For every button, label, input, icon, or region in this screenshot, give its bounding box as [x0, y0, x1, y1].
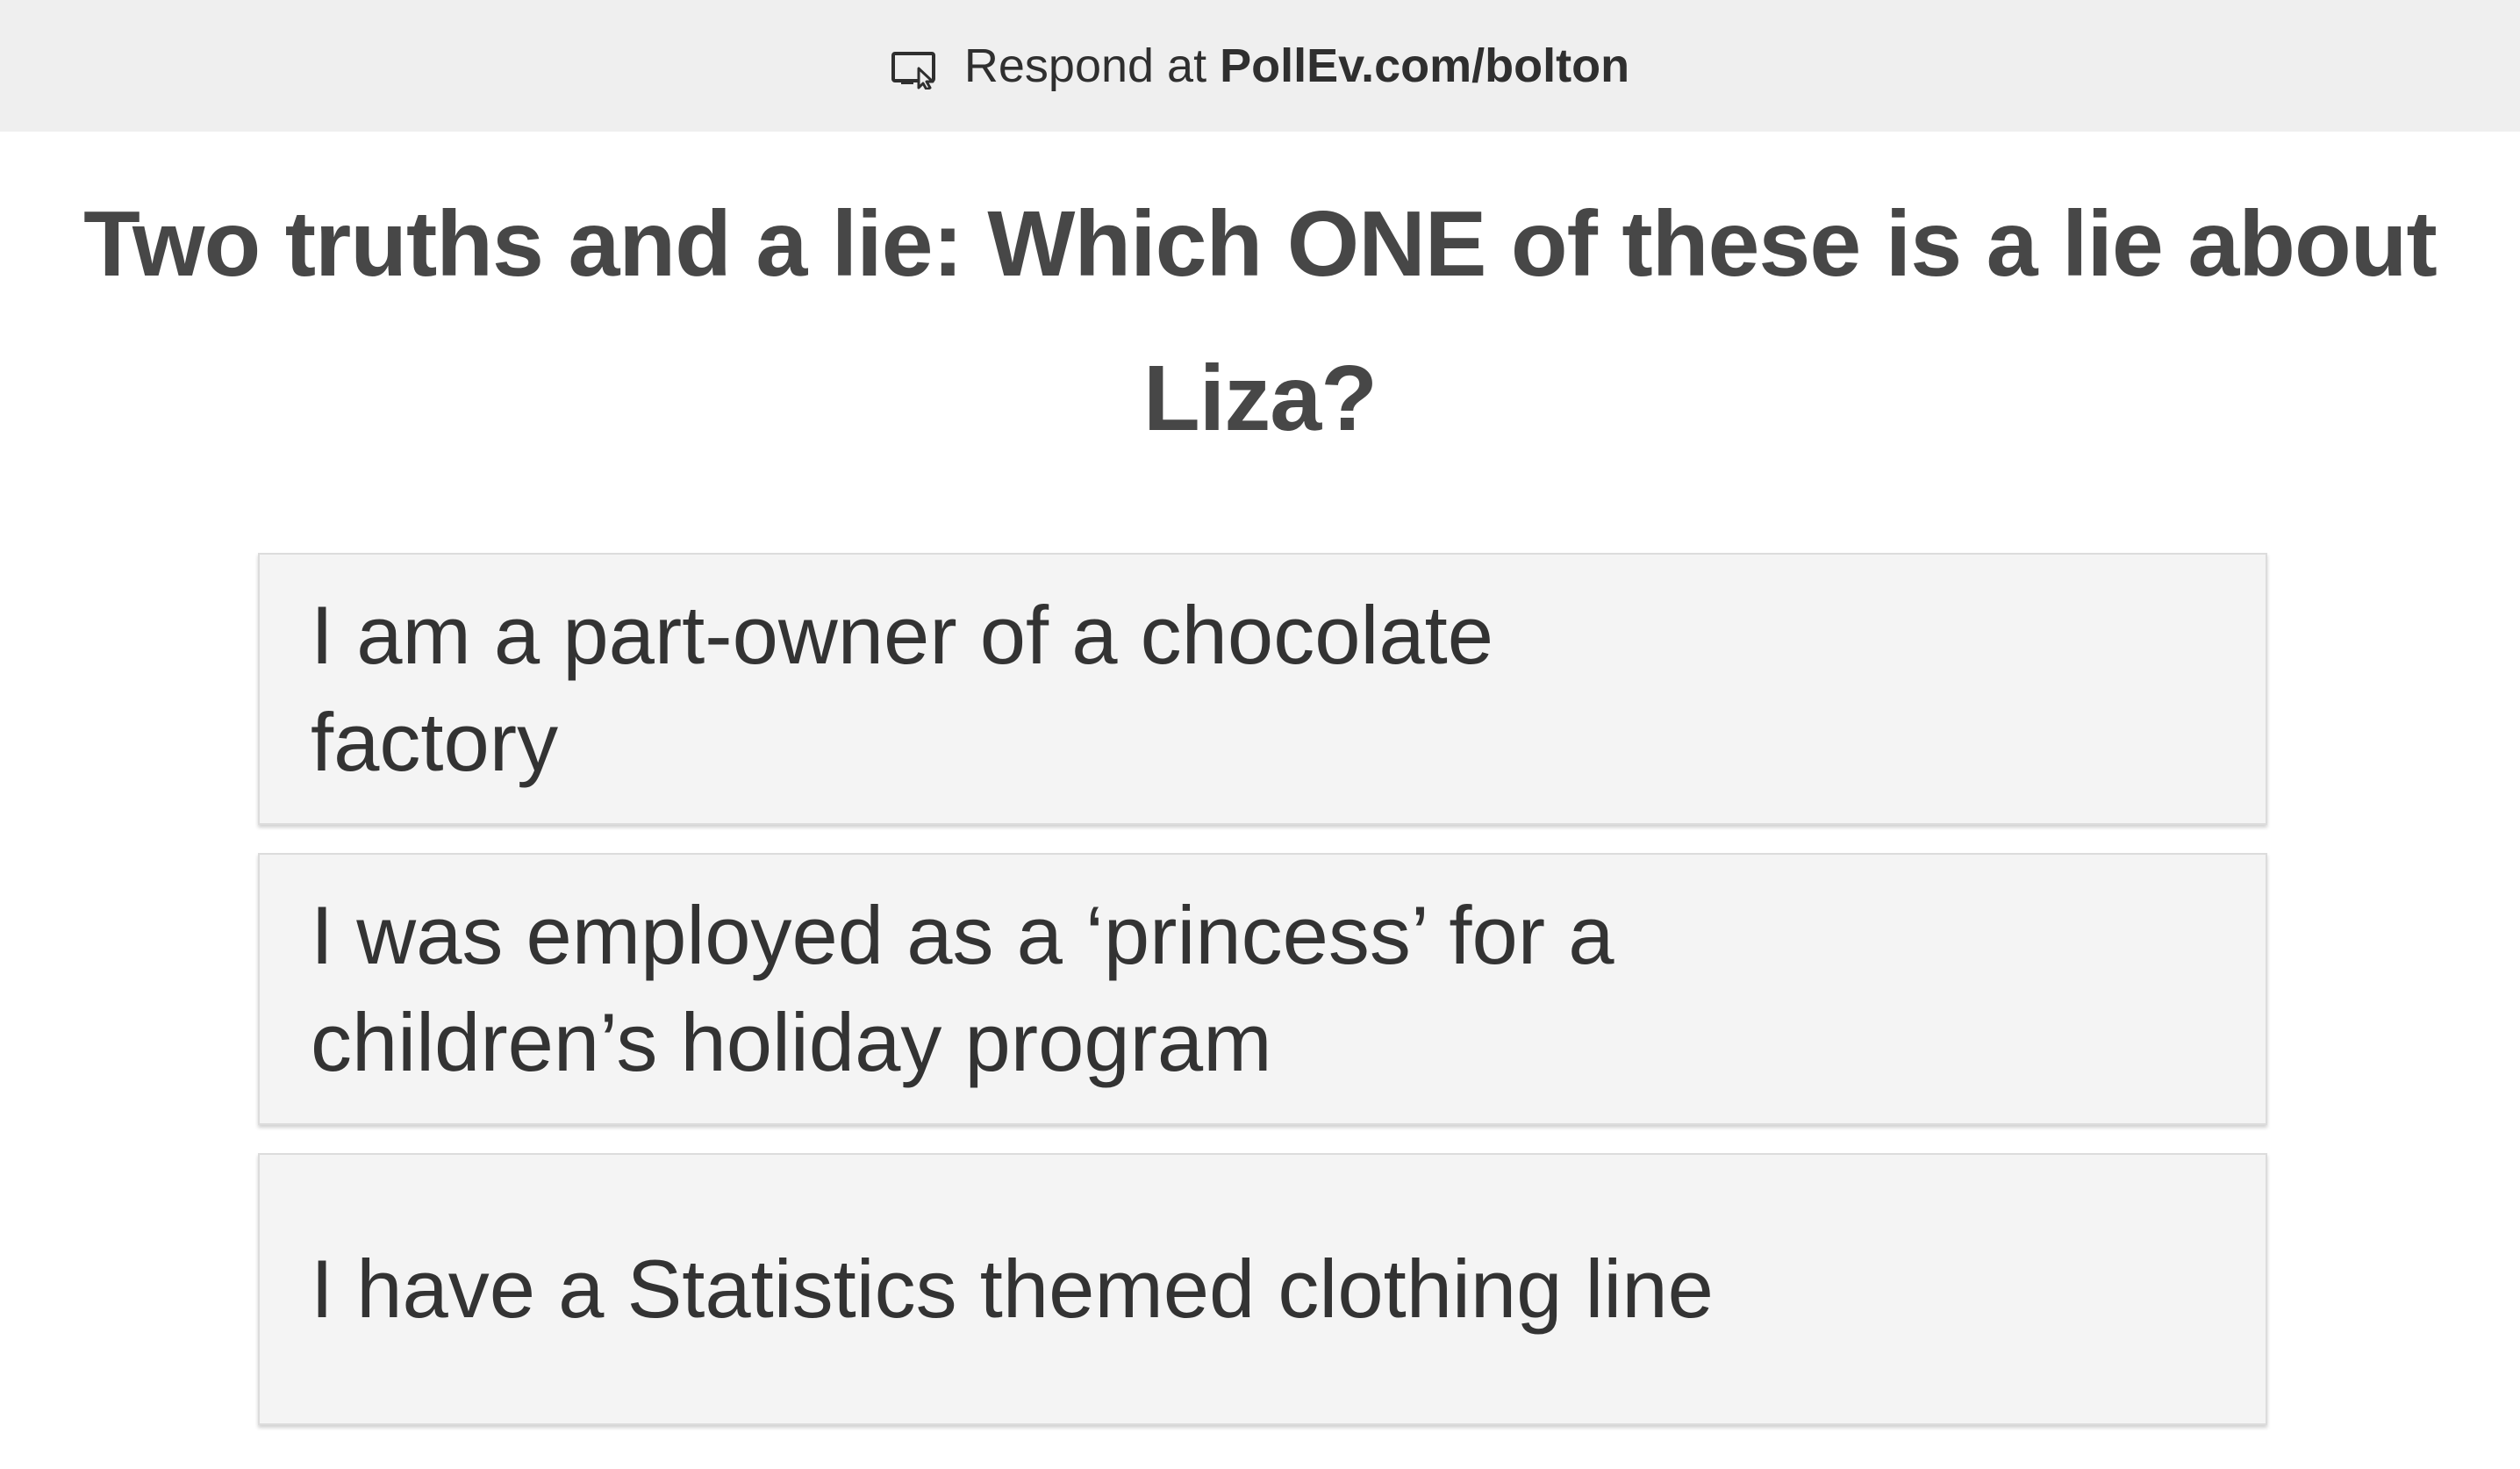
- option-1[interactable]: I am a part-owner of a chocolate factory: [258, 553, 2267, 825]
- options-list: I am a part-owner of a chocolate factory…: [258, 553, 2267, 1453]
- option-label: I was employed as a ‘princess’ for a chi…: [311, 889, 1614, 1088]
- option-label: I am a part-owner of a chocolate factory: [311, 589, 1494, 788]
- question-title: Two truths and a lie: Which ONE of these…: [83, 192, 2438, 450]
- option-2[interactable]: I was employed as a ‘princess’ for a chi…: [258, 853, 2267, 1125]
- option-3[interactable]: I have a Statistics themed clothing line: [258, 1153, 2267, 1425]
- respond-bar: Respond at PollEv.com/bolton: [0, 0, 2520, 132]
- respond-instructions: Respond at PollEv.com/bolton: [891, 39, 1629, 93]
- poll-page: Respond at PollEv.com/bolton Two truths …: [0, 0, 2520, 1469]
- option-label: I have a Statistics themed clothing line: [311, 1243, 1714, 1335]
- screen-cursor-icon: [891, 47, 941, 91]
- respond-prefix: Respond at: [963, 39, 1221, 92]
- respond-url-link[interactable]: PollEv.com/bolton: [1220, 39, 1629, 93]
